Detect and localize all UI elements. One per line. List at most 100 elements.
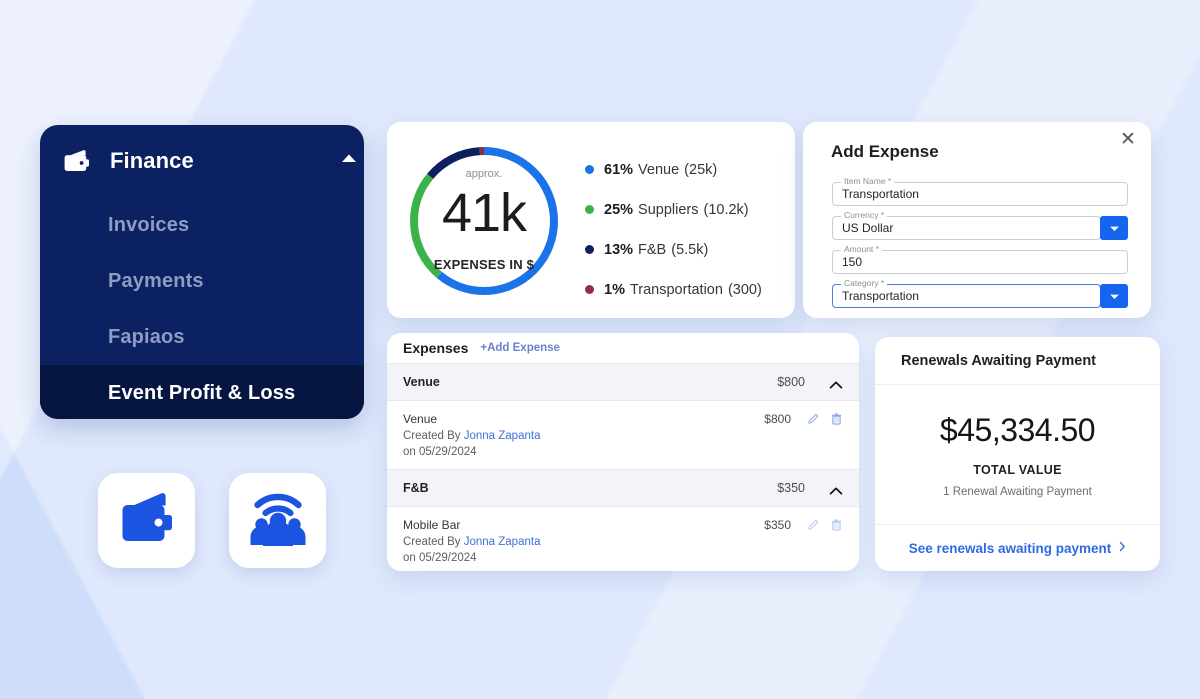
add-expense-link[interactable]: +Add Expense xyxy=(480,342,560,354)
expense-creator: Created By Jonna Zapanta xyxy=(403,428,764,444)
sidebar-header[interactable]: Finance xyxy=(40,125,364,197)
sidebar-item-label: Invoices xyxy=(108,213,190,236)
pencil-icon[interactable] xyxy=(807,518,820,532)
wallet-tile[interactable] xyxy=(98,473,195,568)
legend-percent: 61% xyxy=(604,161,634,178)
created-by-user[interactable]: Jonna Zapanta xyxy=(464,536,541,548)
item-name-field[interactable]: Item Name * Transportation xyxy=(832,176,1128,206)
legend-item: 13% F&B (5.5k) xyxy=(585,236,762,263)
field-label: Item Name * xyxy=(841,176,895,186)
legend-label: Venue xyxy=(638,161,680,178)
group-name: F&B xyxy=(403,481,429,495)
field-label: Category * xyxy=(841,278,888,288)
group-wifi-icon xyxy=(247,489,309,552)
expense-group-header-fnb[interactable]: F&B $350 xyxy=(387,469,859,507)
chevron-up-icon[interactable] xyxy=(829,483,843,495)
group-amount: $350 xyxy=(777,481,805,495)
renewals-amount: $45,334.50 xyxy=(939,412,1096,448)
donut-approx-label: approx. xyxy=(465,168,503,180)
sidebar-item-label: Event Profit & Loss xyxy=(108,381,296,404)
donut-center-value: 41k xyxy=(441,183,527,243)
legend-value: (300) xyxy=(727,281,762,298)
sidebar-title: Finance xyxy=(110,148,194,173)
renewals-title: Renewals Awaiting Payment xyxy=(875,337,1160,385)
expense-date: on 05/29/2024 xyxy=(403,446,477,458)
renewals-awaiting-payment-card: Renewals Awaiting Payment $45,334.50 TOT… xyxy=(875,337,1160,571)
legend-percent: 1% xyxy=(604,281,625,298)
sidebar-item-label: Payments xyxy=(108,269,204,292)
legend-percent: 25% xyxy=(604,201,634,218)
expense-amount: $350 xyxy=(764,518,791,532)
pencil-icon[interactable] xyxy=(807,412,820,426)
legend-value: (5.5k) xyxy=(671,241,709,258)
field-value: Transportation xyxy=(842,187,919,201)
legend-item: 61% Venue (25k) xyxy=(585,156,762,183)
group-amount: $800 xyxy=(777,375,805,389)
legend-label: F&B xyxy=(638,241,667,258)
field-value: Transportation xyxy=(842,289,919,303)
table-row: Venue Created By Jonna Zapanta on 05/29/… xyxy=(387,401,859,469)
dialog-title: Add Expense xyxy=(831,142,939,161)
legend-value: (10.2k) xyxy=(703,201,749,218)
legend-color-dot xyxy=(585,205,594,214)
sidebar-item-fapiaos[interactable]: Fapiaos xyxy=(40,309,364,365)
legend-value: (25k) xyxy=(684,161,718,178)
add-expense-dialog: ✕ Add Expense Item Name * Transportation… xyxy=(803,122,1151,318)
currency-dropdown-button[interactable] xyxy=(1100,216,1128,240)
currency-field[interactable]: Currency * US Dollar xyxy=(832,210,1128,240)
chevron-up-icon[interactable] xyxy=(340,151,358,165)
category-field[interactable]: Category * Transportation xyxy=(832,278,1128,308)
expenses-header: Expenses +Add Expense xyxy=(387,333,859,363)
expenses-title: Expenses xyxy=(403,340,469,356)
expense-amount: $800 xyxy=(764,412,791,426)
legend-color-dot xyxy=(585,165,594,174)
chevron-up-icon[interactable] xyxy=(829,377,843,389)
group-name: Venue xyxy=(403,375,440,389)
add-expense-form: Item Name * Transportation Currency * US… xyxy=(832,176,1128,318)
close-icon[interactable]: ✕ xyxy=(1117,129,1139,151)
legend-percent: 13% xyxy=(604,241,634,258)
table-row: Mobile Bar Created By Jonna Zapanta on 0… xyxy=(387,507,859,571)
field-label: Currency * xyxy=(841,210,888,220)
donut-chart: approx. 41k EXPENSES IN $ xyxy=(405,142,563,300)
renewals-note: 1 Renewal Awaiting Payment xyxy=(943,486,1092,498)
expenses-donut-card: approx. 41k EXPENSES IN $ 61% Venue (25k… xyxy=(387,122,795,318)
sidebar-item-payments[interactable]: Payments xyxy=(40,253,364,309)
expense-date: on 05/29/2024 xyxy=(403,552,477,564)
expense-name: Mobile Bar xyxy=(403,518,461,532)
donut-legend: 61% Venue (25k) 25% Suppliers (10.2k) 13… xyxy=(585,156,762,303)
category-dropdown-button[interactable] xyxy=(1100,284,1128,308)
legend-label: Suppliers xyxy=(638,201,699,218)
expense-creator: Created By Jonna Zapanta xyxy=(403,534,764,550)
sidebar-item-event-profit-and-loss[interactable]: Event Profit & Loss xyxy=(40,365,364,419)
chevron-right-icon xyxy=(1119,539,1126,557)
trash-icon[interactable] xyxy=(830,518,843,532)
field-value: US Dollar xyxy=(842,221,894,235)
trash-icon[interactable] xyxy=(830,412,843,426)
legend-color-dot xyxy=(585,245,594,254)
field-value: 150 xyxy=(842,255,863,269)
created-by-prefix: Created By xyxy=(403,536,461,548)
legend-label: Transportation xyxy=(629,281,723,298)
wallet-icon xyxy=(60,144,94,178)
sidebar-item-label: Fapiaos xyxy=(108,325,185,348)
created-by-prefix: Created By xyxy=(403,430,461,442)
see-renewals-label: See renewals awaiting payment xyxy=(908,540,1112,556)
amount-field[interactable]: Amount * 150 xyxy=(832,244,1128,274)
donut-center-title: EXPENSES IN $ xyxy=(433,257,535,272)
created-by-user[interactable]: Jonna Zapanta xyxy=(464,430,541,442)
sidebar-item-invoices[interactable]: Invoices xyxy=(40,197,364,253)
chevron-down-icon xyxy=(1109,287,1120,305)
finance-sidebar: Finance Invoices Payments Fapiaos Event … xyxy=(40,125,364,419)
group-wifi-tile[interactable] xyxy=(229,473,326,568)
wallet-icon xyxy=(117,490,177,551)
expense-name: Venue xyxy=(403,412,438,426)
chevron-down-icon xyxy=(1109,219,1120,237)
legend-color-dot xyxy=(585,285,594,294)
expense-group-header-venue[interactable]: Venue $800 xyxy=(387,363,859,401)
see-renewals-link[interactable]: See renewals awaiting payment xyxy=(875,524,1160,571)
renewals-total-label: TOTAL VALUE xyxy=(973,463,1062,477)
legend-item: 1% Transportation (300) xyxy=(585,276,762,303)
field-label: Amount * xyxy=(841,244,882,254)
legend-item: 25% Suppliers (10.2k) xyxy=(585,196,762,223)
